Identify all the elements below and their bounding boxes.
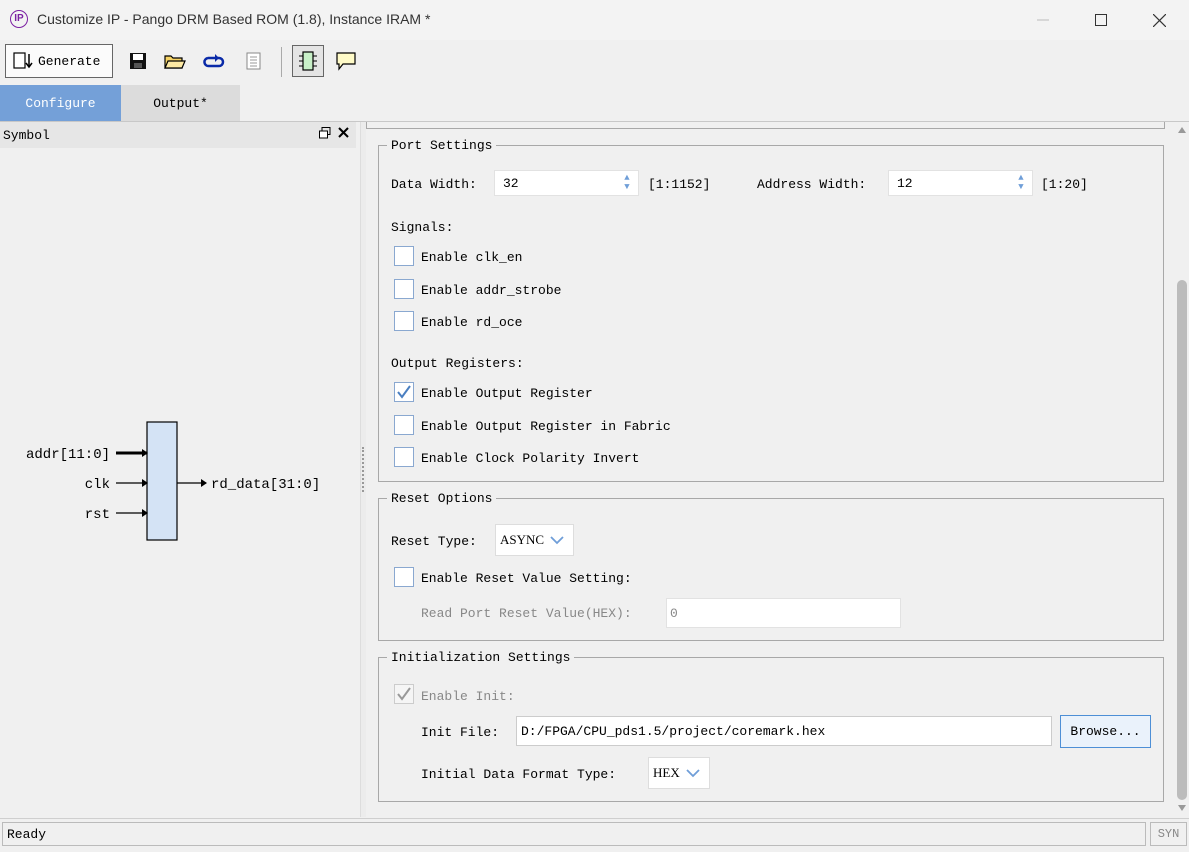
generate-label: Generate — [38, 53, 101, 69]
enable-output-register-fabric-checkbox[interactable] — [394, 415, 414, 435]
checkmark-icon — [397, 687, 411, 701]
top-group-edge — [366, 122, 1165, 129]
spin-arrows-icon[interactable]: ▲ ▼ — [1016, 174, 1026, 192]
tab-configure[interactable]: Configure — [0, 85, 121, 121]
port-clk-label: clk — [85, 477, 110, 493]
scroll-up-icon[interactable] — [1177, 126, 1187, 134]
enable-reset-value-label: Enable Reset Value Setting: — [421, 571, 632, 586]
output-registers-label: Output Registers: — [391, 356, 524, 371]
minimize-icon — [1037, 19, 1049, 21]
close-icon — [1152, 13, 1166, 27]
read-port-reset-input[interactable]: 0 — [666, 598, 901, 628]
rd-data-arrow — [201, 479, 207, 487]
scroll-down-icon[interactable] — [1177, 804, 1187, 812]
init-settings-legend: Initialization Settings — [391, 650, 571, 665]
status-mode: SYN — [1150, 822, 1187, 846]
enable-clk-en-label: Enable clk_en — [421, 250, 523, 265]
read-port-reset-value: 0 — [670, 605, 678, 621]
spin-arrows-icon[interactable]: ▲ ▼ — [622, 174, 632, 192]
read-port-reset-label: Read Port Reset Value(HEX): — [421, 606, 632, 621]
reset-type-combo[interactable]: ASYNC — [495, 524, 574, 556]
init-file-label: Init File: — [421, 725, 500, 740]
comment-icon — [336, 52, 356, 71]
symbol-panel-header — [0, 122, 356, 148]
enable-init-checkbox[interactable] — [394, 684, 414, 704]
comment-button[interactable] — [334, 49, 358, 73]
app-icon: IP — [10, 10, 28, 28]
generate-button[interactable]: Generate — [5, 44, 113, 78]
document-button[interactable] — [242, 49, 266, 73]
toolbar-separator — [281, 47, 282, 77]
generate-icon — [13, 52, 33, 69]
enable-addr-strobe-label: Enable addr_strobe — [421, 283, 562, 298]
enable-output-register-checkbox[interactable] — [394, 382, 414, 402]
ip-block — [146, 421, 178, 541]
data-width-range: [1:1152] — [648, 177, 711, 192]
close-icon — [338, 127, 349, 138]
tab-output[interactable]: Output* — [121, 85, 240, 121]
scrollbar-thumb[interactable] — [1177, 280, 1187, 800]
status-text: Ready — [2, 822, 1146, 846]
port-rd-data-label: rd_data[31:0] — [211, 477, 320, 493]
enable-init-label: Enable Init: — [421, 689, 515, 704]
maximize-button[interactable] — [1072, 0, 1130, 40]
reset-type-value: ASYNC — [500, 532, 545, 547]
open-folder-icon — [164, 55, 186, 69]
document-icon — [246, 52, 261, 70]
open-button[interactable] — [163, 49, 187, 73]
save-icon — [130, 53, 146, 69]
address-width-spinbox[interactable]: 12 ▲ ▼ — [888, 170, 1033, 196]
enable-clock-polarity-invert-checkbox[interactable] — [394, 447, 414, 467]
init-file-input[interactable]: D:/FPGA/CPU_pds1.5/project/coremark.hex — [516, 716, 1052, 746]
enable-reset-value-checkbox[interactable] — [394, 567, 414, 587]
address-width-range: [1:20] — [1041, 177, 1088, 192]
minimize-button[interactable] — [1014, 0, 1072, 40]
port-addr-label: addr[11:0] — [26, 447, 110, 463]
port-rst-label: rst — [85, 507, 110, 523]
symbol-toggle-button[interactable] — [292, 45, 324, 77]
enable-output-register-label: Enable Output Register — [421, 386, 593, 401]
reset-type-label: Reset Type: — [391, 534, 477, 549]
save-button[interactable] — [126, 49, 150, 73]
data-format-value: HEX — [653, 765, 680, 780]
symbol-panel-title: Symbol — [3, 128, 50, 143]
data-width-label: Data Width: — [391, 177, 477, 192]
data-format-label: Initial Data Format Type: — [421, 767, 617, 782]
data-width-value: 32 — [503, 175, 519, 191]
float-panel-button[interactable] — [319, 127, 331, 143]
enable-addr-strobe-checkbox[interactable] — [394, 279, 414, 299]
close-panel-button[interactable] — [338, 127, 349, 142]
init-file-value: D:/FPGA/CPU_pds1.5/project/coremark.hex — [521, 723, 826, 739]
address-width-value: 12 — [897, 175, 913, 191]
ip-symbol-diagram: addr[11:0] clk rst rd_data[31:0] — [26, 421, 320, 541]
enable-rd-oce-checkbox[interactable] — [394, 311, 414, 331]
signals-label: Signals: — [391, 220, 454, 235]
refresh-button[interactable] — [202, 49, 226, 73]
close-button[interactable] — [1130, 0, 1188, 40]
port-settings-legend: Port Settings — [391, 138, 493, 153]
enable-rd-oce-label: Enable rd_oce — [421, 315, 523, 330]
address-width-label: Address Width: — [757, 177, 867, 192]
reset-options-legend: Reset Options — [391, 491, 493, 506]
enable-clock-polarity-invert-label: Enable Clock Polarity Invert — [421, 451, 640, 466]
enable-clk-en-checkbox[interactable] — [394, 246, 414, 266]
refresh-icon — [203, 54, 225, 68]
chevron-down-icon — [686, 769, 700, 778]
data-width-spinbox[interactable]: 32 ▲ ▼ — [494, 170, 639, 196]
chevron-down-icon — [550, 536, 564, 545]
checkmark-icon — [397, 385, 411, 399]
enable-output-register-fabric-label: Enable Output Register in Fabric — [421, 419, 671, 434]
restore-window-icon — [319, 127, 331, 139]
data-format-combo[interactable]: HEX — [648, 757, 710, 789]
chip-icon — [299, 51, 317, 71]
browse-button[interactable]: Browse... — [1060, 715, 1151, 748]
maximize-icon — [1095, 14, 1107, 26]
window-title: Customize IP - Pango DRM Based ROM (1.8)… — [37, 11, 431, 27]
